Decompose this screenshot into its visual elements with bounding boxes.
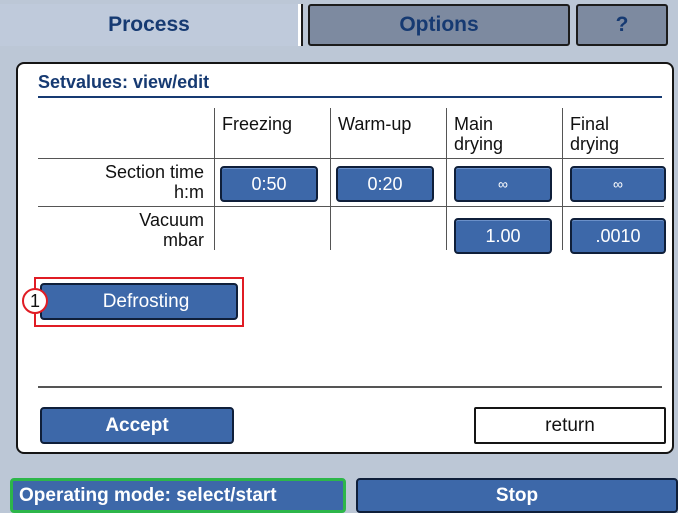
main-drying-time-button[interactable]: ∞ <box>454 166 552 202</box>
column-header-freezing: Freezing <box>222 114 293 134</box>
column-header-final-drying: Final drying <box>570 114 620 154</box>
row-header-section-time-label: Section time <box>104 162 204 182</box>
stop-button[interactable]: Stop <box>356 478 678 513</box>
row-header-vacuum-unit: mbar <box>162 230 204 250</box>
accept-button[interactable]: Accept <box>40 407 234 444</box>
warm-up-time-button[interactable]: 0:20 <box>336 166 434 202</box>
grid-line <box>562 108 563 250</box>
final-drying-vacuum-button[interactable]: .0010 <box>570 218 666 254</box>
main-drying-vacuum-button[interactable]: 1.00 <box>454 218 552 254</box>
dialog-title: Setvalues: view/edit <box>38 72 210 92</box>
tab-process[interactable]: Process <box>0 4 308 46</box>
setvalues-dialog: Setvalues: view/edit Freezing Warm-up Ma… <box>16 62 674 454</box>
tab-help[interactable]: ? <box>576 4 668 46</box>
grid-line <box>38 206 664 207</box>
grid-line <box>446 108 447 250</box>
callout-marker: 1 <box>22 288 48 314</box>
operating-mode-button[interactable]: Operating mode: select/start <box>10 478 346 513</box>
column-header-warm-up: Warm-up <box>338 114 412 134</box>
row-header-vacuum-label: Vacuum <box>139 210 204 230</box>
title-divider <box>38 96 662 98</box>
grid-line <box>214 108 215 250</box>
defrosting-button[interactable]: Defrosting <box>40 283 238 320</box>
final-drying-time-button[interactable]: ∞ <box>570 166 666 202</box>
column-header-main-drying: Main drying <box>454 114 504 154</box>
tab-options[interactable]: Options <box>308 4 570 46</box>
row-header-vacuum: Vacuum mbar <box>38 210 204 250</box>
row-header-section-time: Section time h:m <box>38 162 204 202</box>
row-header-section-time-unit: h:m <box>173 182 204 202</box>
freezing-time-button[interactable]: 0:50 <box>220 166 318 202</box>
grid-line <box>330 108 331 250</box>
grid-line <box>38 158 664 159</box>
screen: Process Options ? Setvalues: view/edit F… <box>0 0 678 513</box>
return-button[interactable]: return <box>474 407 666 444</box>
divider <box>38 386 662 388</box>
